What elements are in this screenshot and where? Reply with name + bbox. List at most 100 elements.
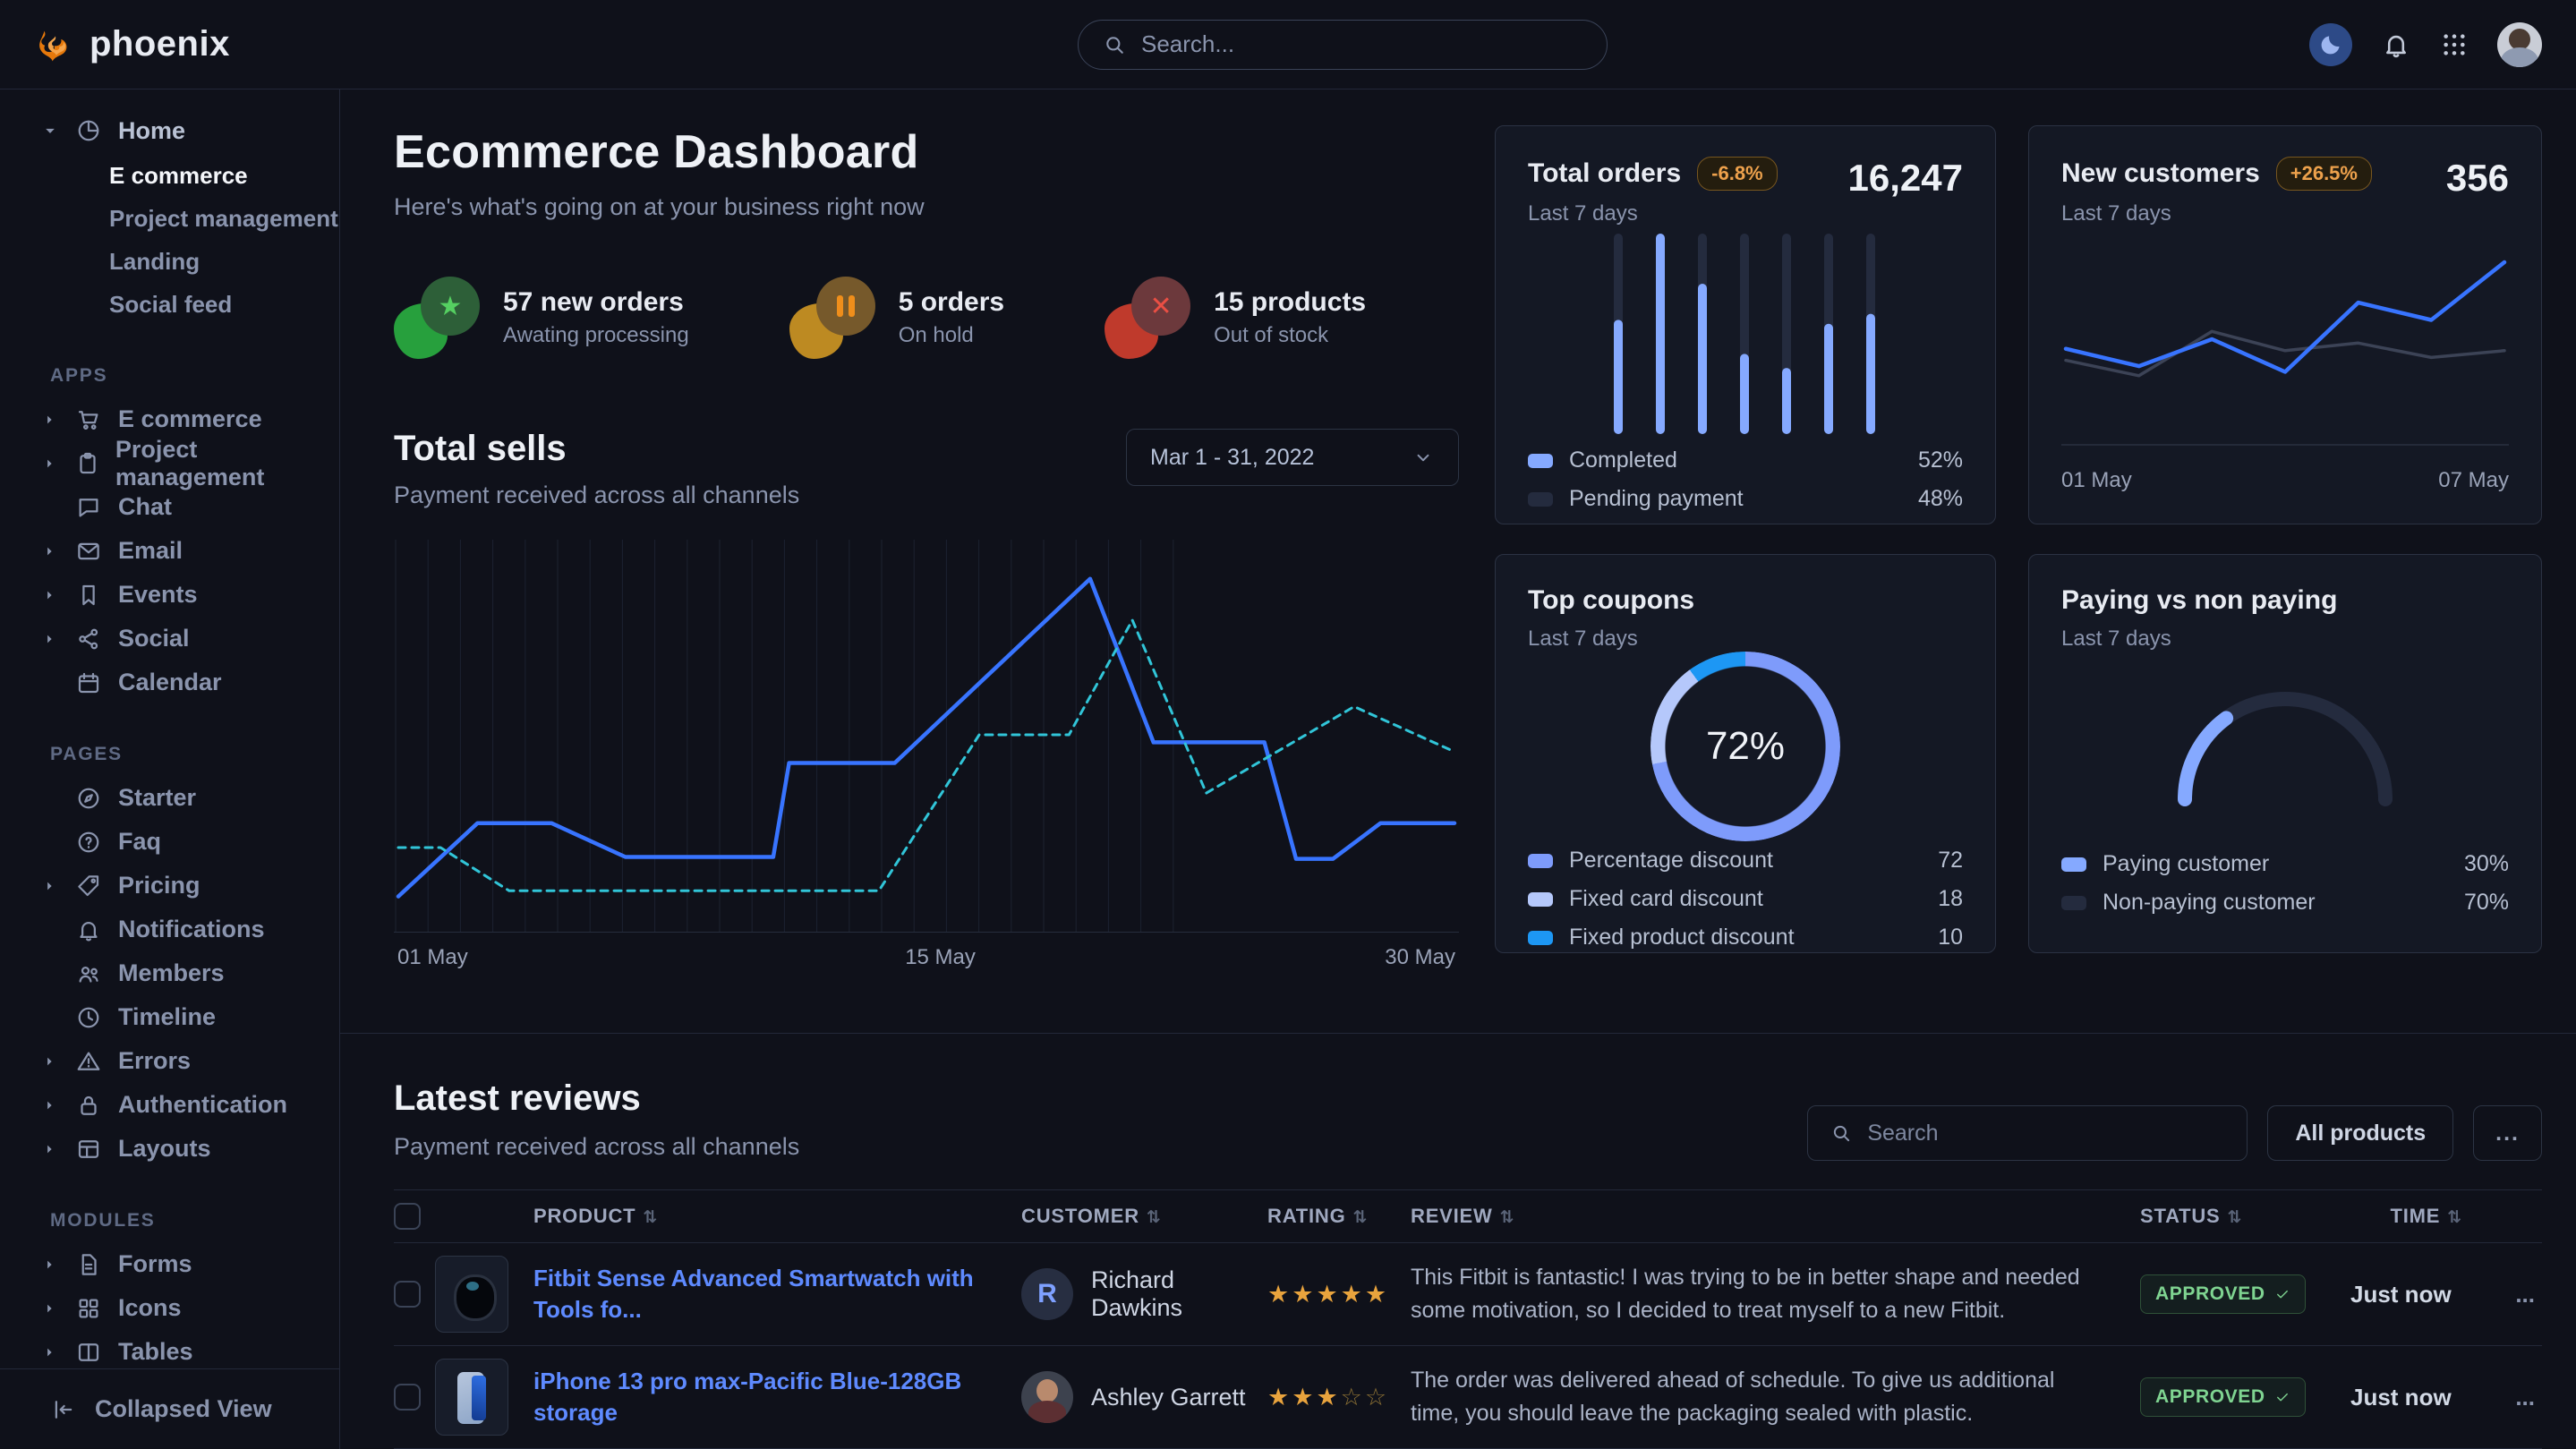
sidebar-item-label: Email (118, 537, 183, 565)
search-icon (1830, 1121, 1853, 1145)
card-title: Paying vs non paying (2061, 585, 2509, 616)
user-avatar[interactable] (2497, 22, 2542, 67)
sidebar-item-home[interactable]: Home (0, 107, 339, 154)
star-filled-icon: ★ (1316, 1384, 1340, 1411)
product-link[interactable]: iPhone 13 pro max-Pacific Blue-128GB sto… (533, 1366, 1021, 1428)
sidebar-item-label: Tables (118, 1338, 193, 1366)
caret-right-icon (41, 1053, 61, 1070)
column-header-status[interactable]: STATUS⇅ (2140, 1205, 2350, 1228)
sidebar-item-members[interactable]: Members (0, 951, 339, 995)
row-checkbox[interactable] (394, 1384, 421, 1411)
row-more-button[interactable]: ... (2489, 1384, 2542, 1411)
sidebar-item-errors[interactable]: Errors (0, 1039, 339, 1083)
sidebar-item-email[interactable]: Email (0, 529, 339, 573)
sidebar-item-chat[interactable]: Chat (0, 485, 339, 529)
row-more-button[interactable]: ... (2489, 1281, 2542, 1308)
sort-icon[interactable]: ⇅ (1353, 1208, 1369, 1227)
quick-stats-row: ★ 57 new orders Awating processing 5 ord… (394, 277, 1459, 359)
product-thumbnail[interactable] (435, 1359, 508, 1436)
sort-icon[interactable]: ⇅ (1500, 1208, 1515, 1227)
star-filled-icon: ★ (1365, 1281, 1389, 1308)
brand-logo[interactable]: phoenix (34, 24, 230, 65)
top-navbar: phoenix (0, 0, 2576, 89)
column-header-customer[interactable]: CUSTOMER⇅ (1021, 1205, 1267, 1228)
star-status-icon: ★ (394, 277, 480, 359)
x-tick: 01 May (2061, 468, 2132, 493)
apps-grid-button[interactable] (2440, 30, 2469, 59)
sidebar-item-label: Forms (118, 1250, 192, 1278)
legend-value: 48% (1918, 486, 1963, 512)
sidebar-item-tables[interactable]: Tables (0, 1330, 339, 1368)
column-header-review[interactable]: REVIEW⇅ (1411, 1205, 2140, 1228)
sort-icon[interactable]: ⇅ (1147, 1208, 1162, 1227)
legend-value: 52% (1918, 447, 1963, 473)
sidebar-item-authentication[interactable]: Authentication (0, 1083, 339, 1127)
reviews-subtitle: Payment received across all channels (394, 1133, 799, 1161)
column-header-rating[interactable]: RATING⇅ (1267, 1205, 1411, 1228)
legend-item: Non-paying customer 70% (2061, 883, 2509, 922)
legend-label: Pending payment (1569, 486, 1744, 512)
sidebar-subitem-project-management[interactable]: Project management (0, 197, 339, 240)
reviews-search[interactable] (1807, 1105, 2248, 1161)
sidebar-item-layouts[interactable]: Layouts (0, 1127, 339, 1171)
legend-item: Percentage discount 72 (1528, 841, 1963, 880)
sidebar-item-forms[interactable]: Forms (0, 1242, 339, 1286)
sidebar-item-label: Faq (118, 828, 161, 856)
theme-toggle-button[interactable] (2309, 23, 2352, 66)
reviews-title: Latest reviews (394, 1078, 799, 1119)
sidebar-section-label: APPS (50, 365, 339, 387)
sidebar-item-faq[interactable]: Faq (0, 820, 339, 864)
column-header-product[interactable]: PRODUCT⇅ (533, 1205, 1021, 1228)
global-search-input[interactable] (1141, 30, 1583, 58)
global-search[interactable] (1078, 20, 1608, 70)
legend-label: Fixed card discount (1569, 886, 1763, 912)
total-orders-legend: Completed 52% Pending payment 48% (1528, 441, 1963, 518)
sidebar-item-pricing[interactable]: Pricing (0, 864, 339, 908)
sidebar-item-label: Errors (118, 1047, 191, 1075)
sort-icon[interactable]: ⇅ (2228, 1208, 2243, 1227)
legend-value: 70% (2464, 890, 2509, 916)
sidebar-section-label: MODULES (50, 1210, 339, 1232)
sidebar-item-icons[interactable]: Icons (0, 1286, 339, 1330)
reviews-search-input[interactable] (1867, 1121, 2225, 1146)
customer-name: Ashley Garrett (1091, 1384, 1246, 1411)
sidebar-item-project-management[interactable]: Project management (0, 441, 339, 485)
sort-icon[interactable]: ⇅ (2447, 1208, 2462, 1227)
legend-item: Fixed card discount 18 (1528, 880, 1963, 918)
total-sells-chart (394, 540, 1459, 933)
sidebar-item-notifications[interactable]: Notifications (0, 908, 339, 951)
layout-icon (75, 1136, 104, 1163)
sidebar-item-label: Notifications (118, 916, 265, 943)
sidebar-item-social[interactable]: Social (0, 617, 339, 661)
calendar-icon (75, 669, 104, 696)
sidebar-item-timeline[interactable]: Timeline (0, 995, 339, 1039)
rating-stars: ★★★★★ (1267, 1281, 1411, 1308)
quick-stat-value: 57 new orders (503, 287, 689, 318)
select-all-checkbox[interactable] (394, 1203, 421, 1230)
search-icon (1102, 32, 1127, 57)
notifications-bell-button[interactable] (2381, 30, 2411, 60)
legend-label: Fixed product discount (1569, 925, 1795, 950)
sidebar-item-events[interactable]: Events (0, 573, 339, 617)
star-filled-icon: ★ (1341, 1281, 1365, 1308)
collapsed-view-toggle[interactable]: Collapsed View (0, 1368, 339, 1449)
column-header-time[interactable]: TIME⇅ (2350, 1205, 2489, 1228)
x-tick: 30 May (1385, 945, 1455, 970)
product-thumbnail[interactable] (435, 1256, 508, 1333)
tag-icon (75, 873, 104, 899)
product-link[interactable]: Fitbit Sense Advanced Smartwatch with To… (533, 1263, 1021, 1325)
all-products-filter-button[interactable]: All products (2267, 1105, 2453, 1161)
sidebar-item-calendar[interactable]: Calendar (0, 661, 339, 704)
row-checkbox[interactable] (394, 1281, 421, 1308)
quick-stat-value: 5 orders (899, 287, 1004, 318)
sidebar-subitem-landing[interactable]: Landing (0, 240, 339, 283)
sidebar-item-starter[interactable]: Starter (0, 776, 339, 820)
sidebar-subitem-social-feed[interactable]: Social feed (0, 283, 339, 326)
sidebar-subitem-e-commerce[interactable]: E commerce (0, 154, 339, 197)
star-empty-icon: ☆ (1341, 1384, 1365, 1411)
sort-icon[interactable]: ⇅ (643, 1208, 658, 1227)
reviews-more-button[interactable]: ... (2473, 1105, 2542, 1161)
rating-stars: ★★★☆☆ (1267, 1384, 1411, 1411)
date-range-select[interactable]: Mar 1 - 31, 2022 (1126, 429, 1459, 486)
star-filled-icon: ★ (1292, 1384, 1316, 1411)
